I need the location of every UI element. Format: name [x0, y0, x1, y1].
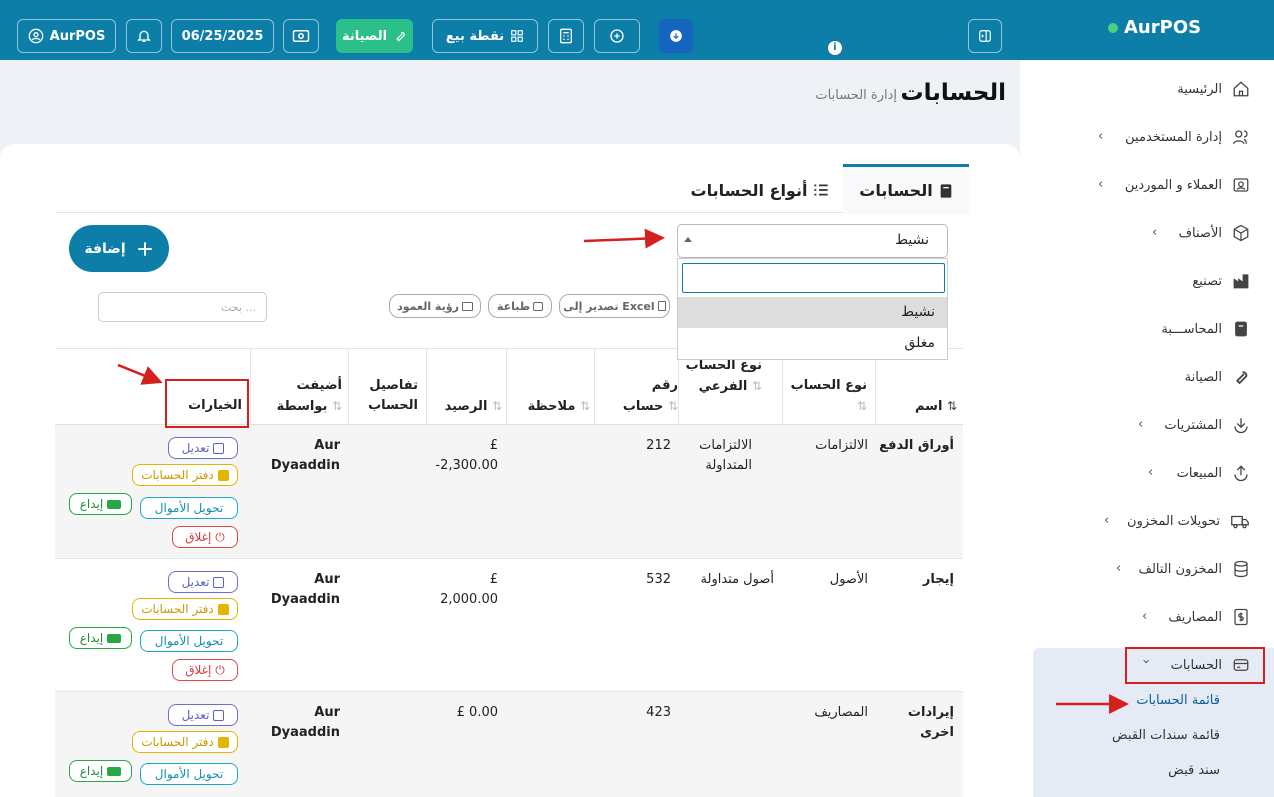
option-closed[interactable]: مغلق [678, 329, 947, 359]
dropdown-search-input[interactable] [682, 263, 945, 293]
option-active[interactable]: نشيط [678, 297, 947, 328]
annotation-arrow [117, 363, 163, 385]
annotation-arrows [117, 228, 1129, 714]
status-dropdown: نشيط مغلق [677, 258, 948, 360]
annotation-arrow [583, 228, 665, 249]
